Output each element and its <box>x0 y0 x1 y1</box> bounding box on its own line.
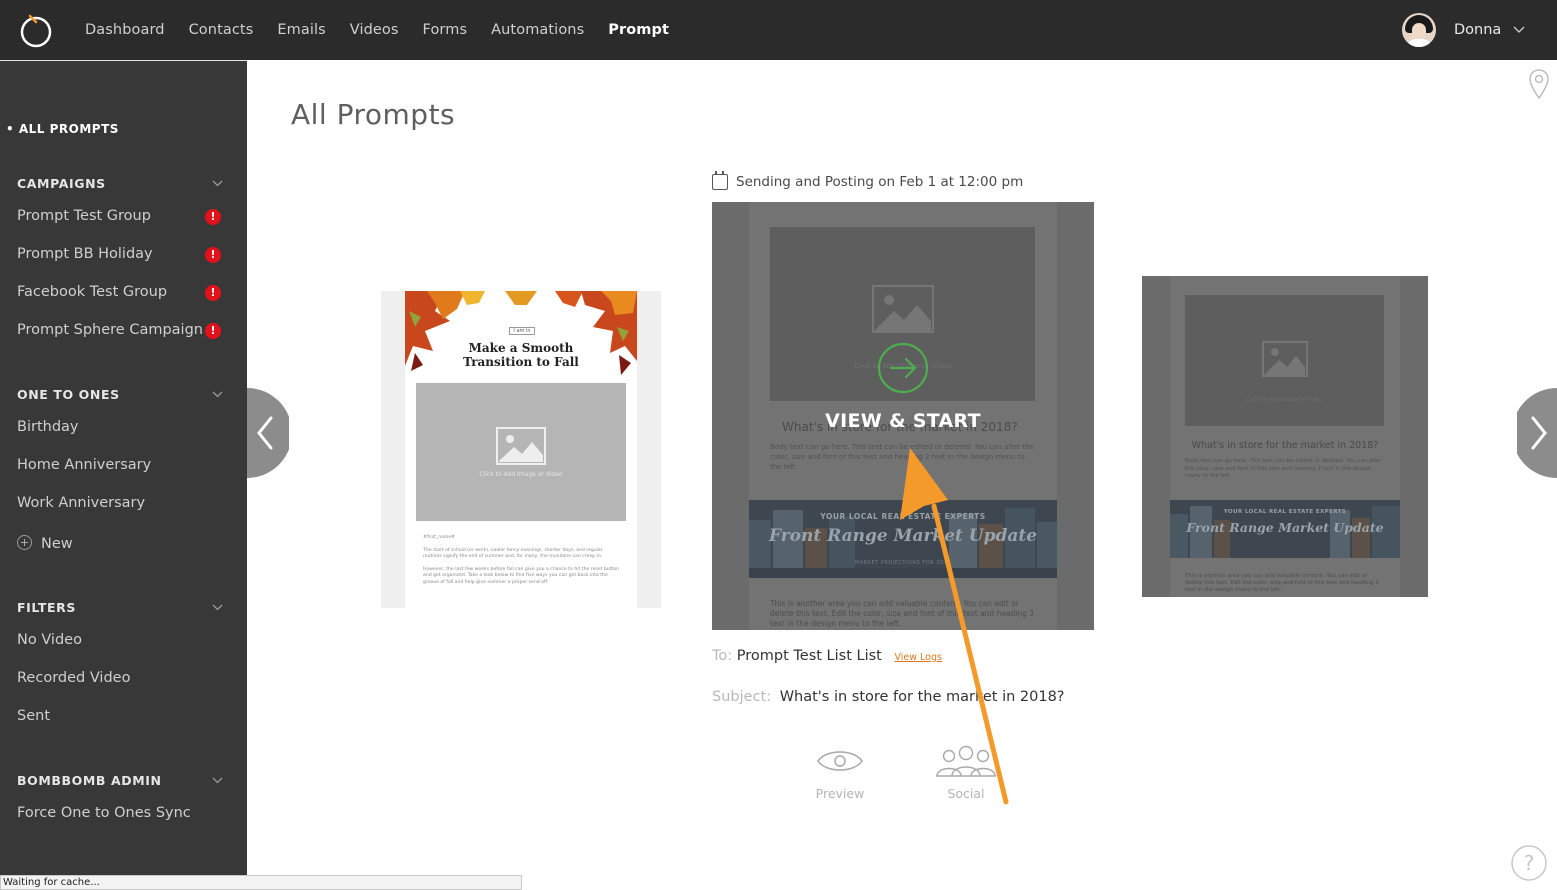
sidebar-item-facebook-test-group[interactable]: Facebook Test Group ! <box>17 284 227 301</box>
sidebar-item-prompt-test-group[interactable]: Prompt Test Group ! <box>17 208 227 225</box>
email-paragraph: The start of school (or work), cooler fa… <box>423 547 603 560</box>
section-title: CAMPAIGNS <box>17 176 106 191</box>
filters-header[interactable]: FILTERS <box>17 600 227 615</box>
button-label: Preview <box>815 786 865 801</box>
alert-badge: ! <box>205 209 221 225</box>
sidebar-item-label: Prompt Sphere Campaign <box>17 322 203 338</box>
banner-title: Front Range Market Update <box>1186 520 1384 535</box>
svg-text:?: ? <box>1524 851 1535 875</box>
chevron-right-icon[interactable] <box>1517 388 1557 478</box>
sidebar-item-label: ALL PROMPTS <box>18 122 119 136</box>
sidebar-item-label: Prompt BB Holiday <box>17 246 153 262</box>
sidebar-item-recorded-video[interactable]: Recorded Video <box>17 670 227 686</box>
chevron-down-icon <box>212 180 223 187</box>
nav-emails[interactable]: Emails <box>277 22 325 38</box>
email-footer-text: This is another area you can add valuabl… <box>1185 573 1379 593</box>
email-heading: What's in store for the market in 2018? <box>1191 440 1379 451</box>
prompt-card-next[interactable]: Click to Add Image or Video What's in st… <box>1142 276 1428 597</box>
chevron-down-icon <box>212 604 223 611</box>
prompt-card-previous[interactable]: I am in Make a Smooth Transition to Fall… <box>381 291 661 608</box>
sidebar-item-no-video[interactable]: No Video <box>17 632 227 648</box>
image-placeholder: Click to Add Image or Video <box>416 383 626 521</box>
button-label: New <box>41 536 73 552</box>
image-icon <box>1262 341 1308 377</box>
sidebar-item-label: Prompt Test Group <box>17 208 151 224</box>
schedule-text: Sending and Posting on Feb 1 at 12:00 pm <box>736 174 1024 190</box>
calendar-icon <box>712 171 728 190</box>
user-menu[interactable]: Donna <box>1402 13 1525 47</box>
to-label: To: <box>712 648 733 664</box>
chevron-down-icon <box>1513 26 1525 33</box>
nav-forms[interactable]: Forms <box>423 22 468 38</box>
email-paragraph: However, the last few weeks before fall … <box>423 566 620 585</box>
image-caption: Click to Add Image or Video <box>1246 397 1323 403</box>
sidebar-item-birthday[interactable]: Birthday <box>17 419 227 435</box>
nav-videos[interactable]: Videos <box>350 22 399 38</box>
sidebar: • ALL PROMPTS CAMPAIGNS Prompt Test Grou… <box>0 60 247 890</box>
nav-dashboard[interactable]: Dashboard <box>85 22 165 38</box>
sidebar-item-work-anniversary[interactable]: Work Anniversary <box>17 495 227 511</box>
one-to-ones-header[interactable]: ONE TO ONES <box>17 387 227 402</box>
map-pin-icon[interactable] <box>1528 68 1550 100</box>
email-title-line: Transition to Fall <box>463 355 579 369</box>
email-title-line: Make a Smooth <box>468 341 574 355</box>
image-caption: Click to Add Image or Video <box>479 471 563 478</box>
campaigns-header[interactable]: CAMPAIGNS <box>17 176 227 191</box>
top-nav-bar: Dashboard Contacts Emails Videos Forms A… <box>0 0 1557 60</box>
sidebar-item-sent[interactable]: Sent <box>17 708 227 724</box>
chevron-down-icon <box>212 777 223 784</box>
page-title: All Prompts <box>291 98 456 131</box>
alert-badge: ! <box>205 323 221 339</box>
chevron-down-icon <box>212 391 223 398</box>
sidebar-item-prompt-sphere-campaign[interactable]: Prompt Sphere Campaign ! <box>17 322 227 339</box>
email-body: #first_name# The start of school (or wor… <box>423 535 621 592</box>
image-icon <box>496 427 546 465</box>
main-nav: Dashboard Contacts Emails Videos Forms A… <box>85 0 693 60</box>
nav-prompt[interactable]: Prompt <box>608 22 669 38</box>
email-greeting: #first_name# <box>423 535 455 540</box>
sidebar-item-label: Facebook Test Group <box>17 284 168 300</box>
to-value: Prompt Test List List <box>736 648 882 664</box>
help-icon[interactable]: ? <box>1510 844 1548 882</box>
chevron-left-icon[interactable] <box>247 388 289 478</box>
schedule-info: Sending and Posting on Feb 1 at 12:00 pm <box>712 171 1024 190</box>
eye-icon <box>817 751 863 771</box>
email-banner: YOUR LOCAL REAL ESTATE EXPERTS Front Ran… <box>1170 500 1400 558</box>
logo-icon[interactable] <box>18 12 54 48</box>
plus-circle-icon <box>17 535 32 550</box>
user-name: Donna <box>1454 22 1502 38</box>
play-arrow-icon[interactable] <box>877 342 929 394</box>
banner-subtitle: YOUR LOCAL REAL ESTATE EXPERTS <box>1223 509 1347 515</box>
autumn-leaves-illustration <box>405 291 637 375</box>
sidebar-item-prompt-bb-holiday[interactable]: Prompt BB Holiday ! <box>17 246 227 263</box>
subject-label: Subject: <box>712 689 772 705</box>
annotation-arrow <box>900 448 1009 805</box>
section-title: FILTERS <box>17 600 76 615</box>
nav-automations[interactable]: Automations <box>491 22 584 38</box>
email-tag: I am in <box>509 327 535 335</box>
section-title: ONE TO ONES <box>17 387 120 402</box>
admin-header[interactable]: BOMBBOMB ADMIN <box>17 773 227 788</box>
view-and-start-button[interactable]: VIEW & START <box>712 410 1094 432</box>
browser-status-bar: Waiting for cache... <box>0 875 522 890</box>
email-preview: I am in Make a Smooth Transition to Fall… <box>405 291 637 608</box>
new-one-to-one-button[interactable]: New <box>17 535 227 552</box>
email-title: Make a Smooth Transition to Fall <box>405 341 637 369</box>
image-icon <box>872 285 934 333</box>
alert-badge: ! <box>205 247 221 263</box>
sidebar-item-home-anniversary[interactable]: Home Anniversary <box>17 457 227 473</box>
section-title: BOMBBOMB ADMIN <box>17 773 162 788</box>
sidebar-item-force-sync[interactable]: Force One to Ones Sync <box>17 805 227 821</box>
email-body: Body text can go here. This text can be … <box>1185 458 1382 479</box>
nav-contacts[interactable]: Contacts <box>189 22 254 38</box>
alert-badge: ! <box>205 285 221 301</box>
avatar <box>1402 13 1436 47</box>
preview-button[interactable]: Preview <box>800 744 880 801</box>
email-preview: Click to Add Image or Video What's in st… <box>1170 276 1400 597</box>
sidebar-item-all-prompts[interactable]: • ALL PROMPTS <box>6 122 119 136</box>
image-placeholder: Click to Add Image or Video <box>1185 295 1384 426</box>
